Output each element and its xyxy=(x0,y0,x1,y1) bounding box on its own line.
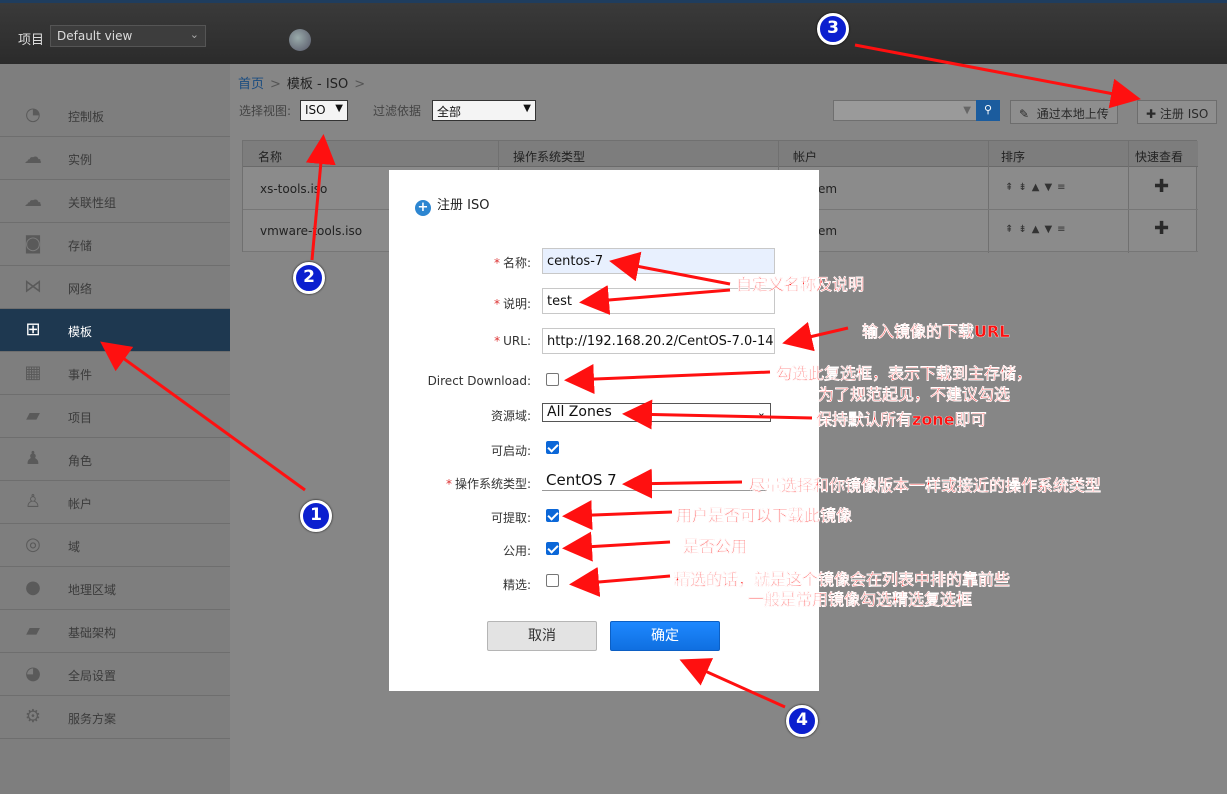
arrow-url xyxy=(782,321,849,352)
arrow-public xyxy=(562,531,671,562)
arrow-extractable xyxy=(562,500,673,531)
annotation-ostype: 尽量选择和你镜像版本一样或接近的操作系统类型 xyxy=(749,476,1102,495)
step-badge-2: 2 xyxy=(293,262,325,294)
arrow-zone xyxy=(622,399,813,430)
annotation-direct-2: 为了规范起见，不建议勾选 xyxy=(818,385,1011,404)
arrow-ostype xyxy=(622,468,743,499)
arrow-desc xyxy=(579,285,731,315)
arrow-direct xyxy=(564,364,771,395)
annotation-extractable: 用户是否可以下载此镜像 xyxy=(676,506,853,525)
arrow-2 xyxy=(305,134,336,261)
arrow-featured xyxy=(569,567,671,597)
arrow-3 xyxy=(854,43,1141,109)
annotation-zone: 保持默认所有zone即可 xyxy=(816,410,987,429)
arrow-4 xyxy=(679,658,786,709)
arrow-1 xyxy=(100,341,306,492)
step-badge-1: 1 xyxy=(300,500,332,532)
annotation-url: 输入镜像的下载URL xyxy=(862,322,1010,341)
step-badge-4: 4 xyxy=(786,705,818,737)
annotation-public: 是否公用 xyxy=(683,537,748,556)
annotation-featured-2: 一般是常用镜像勾选精选复选框 xyxy=(748,590,973,609)
annotation-name-desc: 自定义名称及说明 xyxy=(736,275,865,294)
arrow-name xyxy=(609,251,731,286)
step-badge-3: 3 xyxy=(817,13,849,45)
annotation-arrows xyxy=(100,43,1141,709)
